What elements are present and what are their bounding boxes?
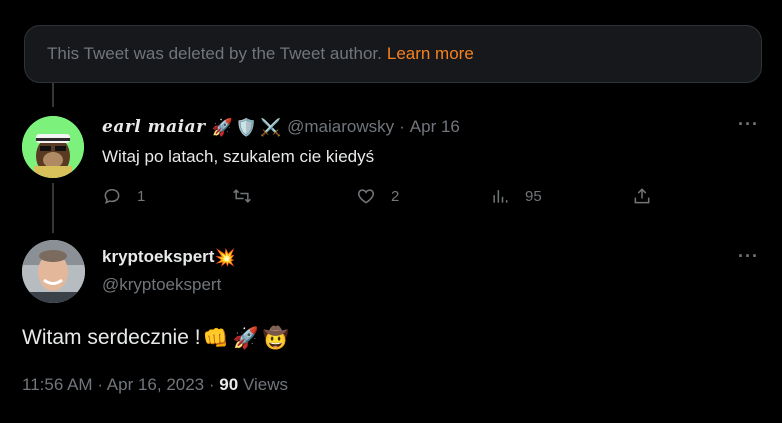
share-button[interactable]: [632, 186, 652, 206]
author-name[interactable]: earl maiar: [102, 117, 206, 137]
like-button[interactable]: 2: [356, 186, 399, 206]
views-count: 95: [525, 187, 542, 205]
separator-dot: ·: [208, 375, 215, 394]
deleted-notice-text: This Tweet was deleted by the Tweet auth…: [47, 44, 382, 63]
more-options-icon[interactable]: ···: [738, 246, 759, 267]
views-button[interactable]: 95: [490, 186, 542, 206]
learn-more-link[interactable]: Learn more: [387, 44, 474, 64]
author-name[interactable]: kryptoekspert: [102, 247, 214, 267]
views-label: Views: [242, 375, 288, 394]
ape-avatar-image: [22, 116, 84, 178]
avatar[interactable]: [22, 116, 84, 178]
tweet-date[interactable]: Apr 16, 2023: [107, 375, 204, 394]
separator-dot: ·: [399, 117, 405, 136]
author-name-row: kryptoekspert 💥: [102, 247, 236, 267]
like-count: 2: [391, 187, 400, 205]
reply-tweet-header: earl maiar 🚀 🛡️ ⚔️ @maiarowsky · Apr 16: [102, 117, 460, 137]
collision-icon: 💥: [214, 247, 236, 267]
tweet-actions: 1 2 95: [102, 186, 662, 212]
reply-tweet-text: Witaj po latach, szukalem cie kiedyś: [102, 147, 375, 166]
rocket-icon: 🚀: [211, 117, 233, 137]
name-emojis: 🚀 🛡️ ⚔️: [212, 119, 282, 136]
heart-icon: [357, 189, 375, 204]
retweet-button[interactable]: [232, 186, 267, 206]
thread-line: [52, 183, 54, 233]
tweet-footer: 11:56 AM · Apr 16, 2023 · 90 Views: [22, 375, 288, 395]
reply-button[interactable]: 1: [102, 186, 145, 206]
tweet-text: Witam serdecznie !: [22, 326, 201, 349]
analytics-icon: [493, 190, 508, 203]
author-handle[interactable]: @maiarowsky: [287, 117, 394, 137]
deleted-tweet-notice: This Tweet was deleted by the Tweet auth…: [24, 25, 762, 83]
separator-dot: ·: [97, 375, 103, 394]
fist-bump-icon: 👊: [202, 326, 229, 350]
crossed-swords-icon: ⚔️: [259, 117, 282, 137]
rocket-icon: 🚀: [232, 326, 259, 350]
cowboy-face-icon: 🤠: [262, 326, 290, 350]
author-handle[interactable]: @kryptoekspert: [102, 275, 221, 295]
more-options-icon[interactable]: ···: [738, 114, 759, 135]
share-icon: [634, 188, 650, 204]
tweet-date[interactable]: Apr 16: [410, 117, 460, 137]
avatar[interactable]: [22, 240, 85, 303]
reply-count: 1: [137, 187, 146, 205]
profile-photo-image: [22, 240, 85, 303]
views-count[interactable]: 90: [219, 375, 238, 394]
reply-icon: [104, 188, 120, 205]
retweet-icon: [233, 189, 251, 203]
main-tweet-text: Witam serdecznie ! 👊 🚀 🤠: [22, 326, 289, 350]
tweet-time[interactable]: 11:56 AM: [22, 375, 93, 394]
thread-line: [52, 83, 54, 107]
shield-icon: 🛡️: [235, 117, 257, 137]
